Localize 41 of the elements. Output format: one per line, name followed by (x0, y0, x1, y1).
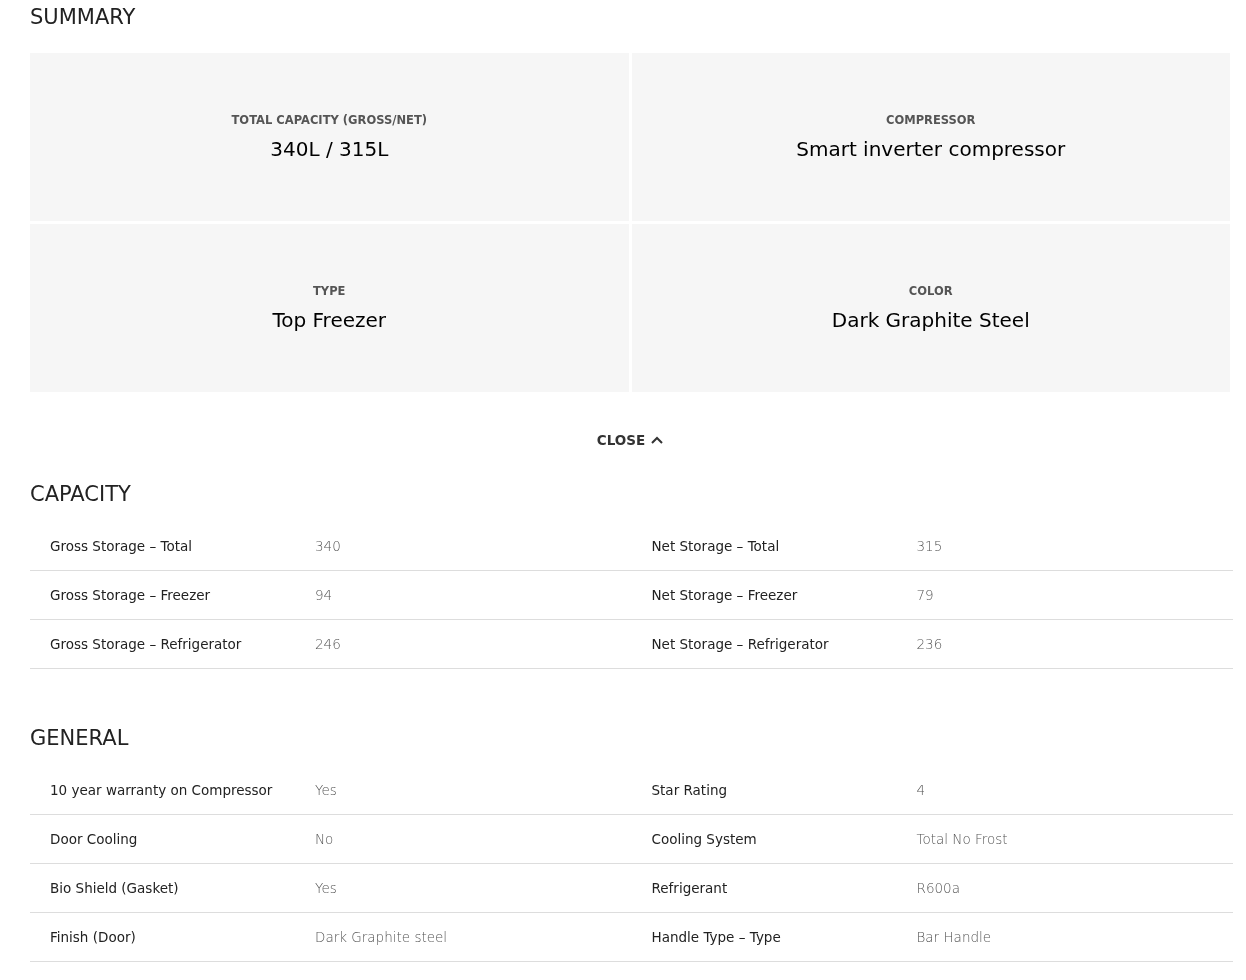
spec-label: Gross Storage – Freezer (50, 587, 212, 603)
spec-value: 4 (916, 782, 927, 798)
spec-value: 315 (916, 538, 944, 554)
spec-label: Net Storage – Refrigerator (651, 636, 830, 652)
spec-value: 79 (916, 587, 935, 603)
card-label: TYPE (313, 284, 346, 298)
spec-value: 246 (315, 636, 342, 652)
section-heading: GENERAL (30, 725, 130, 752)
card-label: TOTAL CAPACITY (GROSS/NET) (231, 113, 427, 127)
close-button[interactable]: CLOSE (592, 428, 668, 452)
section-heading: CAPACITY (30, 481, 132, 508)
spec-label: Bio Shield (Gasket) (50, 880, 180, 896)
spec-label: Gross Storage – Total (50, 538, 193, 554)
section-heading: SUMMARY (30, 4, 137, 31)
spec-value: 236 (916, 636, 944, 652)
spec-label: Gross Storage – Refrigerator (50, 636, 243, 652)
spec-value: No (315, 831, 335, 847)
spec-label: Star Rating (651, 782, 728, 798)
spec-value: Dark Graphite steel (315, 929, 449, 945)
spec-label: Refrigerant (651, 880, 729, 896)
spec-label: 10 year warranty on Compressor (50, 782, 274, 798)
chevron-up-icon (651, 436, 664, 444)
spec-value: R600a (916, 880, 961, 896)
spec-label: Cooling System (651, 831, 758, 847)
card-value: Top Freezer (272, 308, 387, 332)
spec-label: Door Cooling (50, 831, 139, 847)
spec-label: Net Storage – Freezer (651, 587, 799, 603)
spec-value: 94 (315, 587, 334, 603)
spec-value: Yes (315, 782, 338, 798)
spec-value: 340 (315, 538, 342, 554)
card-value: 340L / 315L (270, 137, 389, 161)
card-label: COMPRESSOR (886, 113, 976, 127)
card-value: Dark Graphite Steel (831, 308, 1030, 332)
card-value: Smart inverter compressor (796, 137, 1066, 161)
spec-value: Yes (315, 880, 338, 896)
spec-label: Net Storage – Total (651, 538, 781, 554)
spec-label: Handle Type – Type (651, 929, 782, 945)
spec-value: Total No Frost (916, 831, 1009, 847)
spec-label: Finish (Door) (50, 929, 137, 945)
spec-value: Bar Handle (916, 929, 993, 945)
card-label: COLOR (908, 284, 953, 298)
